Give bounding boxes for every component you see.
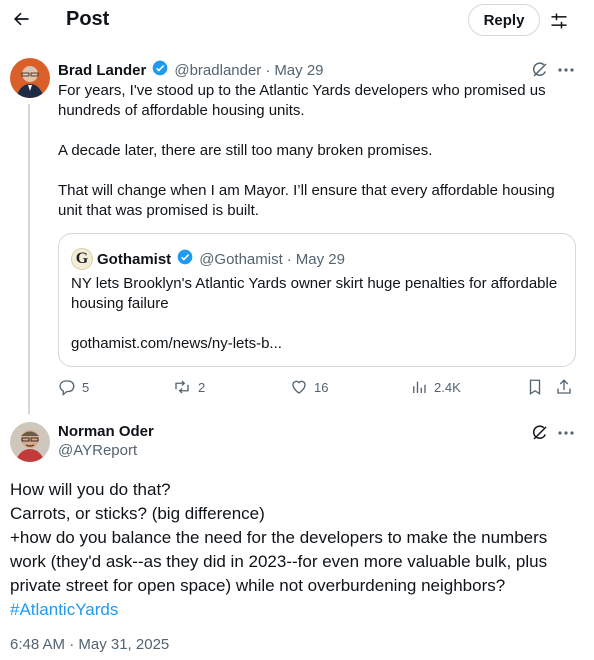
- share-icon: [557, 379, 571, 394]
- reply-author-name[interactable]: Norman Oder: [58, 423, 154, 440]
- tweet-header: Brad Lander @bradlander · May 29: [58, 60, 324, 81]
- repost-action[interactable]: 2: [172, 378, 205, 396]
- reply-line: +how do you balance the need for the dev…: [10, 528, 548, 595]
- quoted-post-date: May 29: [295, 250, 345, 268]
- reply-line: How will you do that?: [10, 480, 171, 499]
- tweet-text: For years, I've stood up to the Atlantic…: [58, 81, 578, 221]
- more-options-icon[interactable]: [556, 60, 576, 80]
- action-bar: 5 2 16 2.4K: [58, 378, 578, 400]
- view-count: 2.4K: [434, 379, 461, 395]
- bookmark-icon: [529, 379, 541, 396]
- heart-icon: [292, 380, 306, 394]
- reply-author-handle[interactable]: @AYReport: [58, 442, 154, 459]
- reply-action[interactable]: 5: [58, 378, 89, 396]
- page-title: Post: [66, 8, 110, 30]
- avatar-brad-lander[interactable]: [10, 58, 50, 98]
- verified-badge-icon: [177, 249, 193, 270]
- settings-sliders-icon[interactable]: [546, 8, 572, 34]
- avatar-norman-oder[interactable]: [10, 422, 50, 462]
- post-date[interactable]: May 29: [274, 62, 323, 79]
- reply-line: Carrots, or sticks? (big difference): [10, 504, 265, 523]
- views-chart-icon: [413, 381, 426, 393]
- grok-icon[interactable]: [530, 423, 550, 443]
- thread-connector-line: [28, 104, 30, 414]
- reply-button[interactable]: Reply: [468, 4, 540, 36]
- reply-icon: [59, 380, 75, 396]
- grok-icon[interactable]: [530, 60, 550, 80]
- like-action[interactable]: 16: [290, 378, 328, 396]
- hashtag-link[interactable]: #AtlanticYards: [10, 598, 586, 622]
- tweet-paragraph: For years, I've stood up to the Atlantic…: [58, 82, 546, 119]
- author-handle[interactable]: @bradlander: [174, 62, 261, 79]
- repost-count: 2: [198, 379, 206, 395]
- reply-header: Norman Oder @AYReport: [58, 423, 154, 459]
- views-action[interactable]: 2.4K: [410, 378, 461, 396]
- meta-separator: ·: [265, 62, 271, 79]
- verified-badge-icon: [152, 60, 168, 81]
- quoted-post-card[interactable]: G Gothamist @Gothamist · May 29 NY lets …: [58, 233, 576, 367]
- quoted-post-text: NY lets Brooklyn's Atlantic Yards owner …: [71, 275, 558, 312]
- gothamist-logo: G: [71, 248, 93, 270]
- quoted-author-handle: @Gothamist: [199, 250, 283, 268]
- meta-separator: ·: [286, 250, 292, 268]
- quoted-author-name: Gothamist: [97, 250, 172, 268]
- tweet-paragraph: That will change when I am Mayor. I’ll e…: [58, 182, 555, 219]
- quoted-post-header: G Gothamist @Gothamist · May 29: [71, 248, 345, 270]
- bookmark-action[interactable]: [527, 378, 543, 396]
- more-options-icon[interactable]: [556, 423, 576, 443]
- author-name[interactable]: Brad Lander: [58, 62, 146, 79]
- back-arrow-icon[interactable]: [8, 6, 34, 32]
- reply-text: How will you do that? Carrots, or sticks…: [10, 478, 586, 622]
- reply-count: 5: [82, 379, 90, 395]
- quoted-post-link[interactable]: gothamist.com/news/ny-lets-b...: [71, 335, 282, 352]
- tweet-paragraph: A decade later, there are still too many…: [58, 142, 433, 159]
- top-bar: Post Reply: [0, 0, 594, 42]
- repost-icon: [175, 380, 189, 394]
- post-timestamp[interactable]: 6:48 AM · May 31, 2025: [10, 636, 169, 653]
- share-action[interactable]: [555, 378, 573, 396]
- like-count: 16: [314, 379, 329, 395]
